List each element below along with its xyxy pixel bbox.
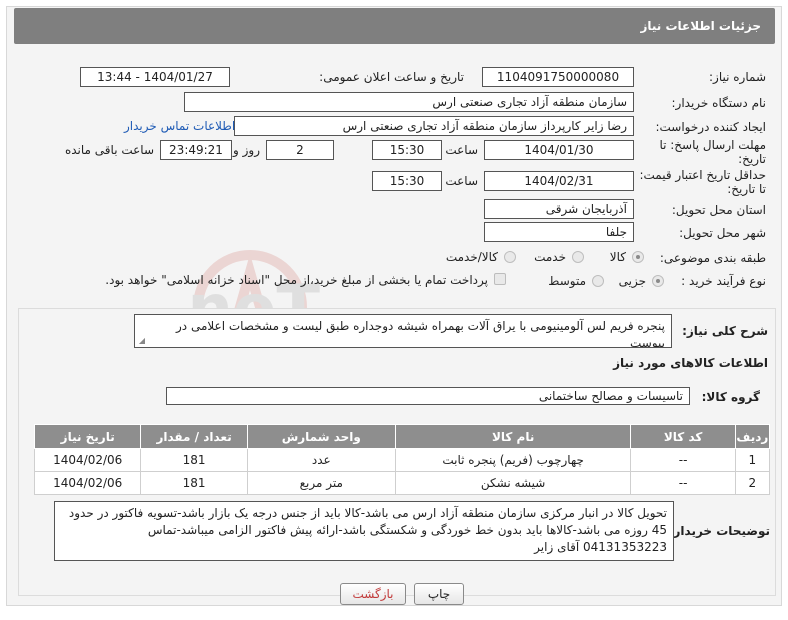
col-date-header: تاریخ نیاز <box>33 424 142 449</box>
reply-deadline-label-2: تاریخ: <box>738 152 766 166</box>
category-radio-goods[interactable] <box>632 251 644 263</box>
reply-date-field[interactable]: 1404/01/30 <box>484 140 634 160</box>
category-radio-service[interactable] <box>572 251 584 263</box>
row-qty: 181 <box>140 448 248 472</box>
remaining-time-field[interactable]: 23:49:21 <box>160 140 232 160</box>
buyer-contact-link[interactable]: اطلاعات تماس خریدار <box>124 119 235 133</box>
table-row[interactable]: 2 -- شیشه نشکن متر مربع 181 1404/02/06 <box>33 471 771 495</box>
buyer-notes-text: تحویل کالا در انبار مرکزی سازمان منطقه آ… <box>68 506 667 554</box>
payment-note: پرداخت تمام یا بخشی از مبلغ خرید،از محل … <box>105 273 488 287</box>
category-option-goods-service: کالا/خدمت <box>445 250 498 264</box>
validity-time-field[interactable]: 15:30 <box>372 171 442 191</box>
row-date: 1404/02/06 <box>33 471 142 495</box>
col-name-header: نام کالا <box>394 424 632 449</box>
row-qty: 181 <box>140 471 248 495</box>
reply-time-label: ساعت <box>445 143 478 157</box>
table-header-row: ردیف کد کالا نام کالا واحد شمارش تعداد /… <box>33 424 771 449</box>
panel-header: جزئیات اطلاعات نیاز <box>14 8 775 44</box>
buyer-org-field[interactable]: سازمان منطقه آزاد تجاری صنعتی ارس <box>184 92 634 112</box>
row-date: 1404/02/06 <box>33 448 142 472</box>
row-unit: عدد <box>246 448 396 472</box>
goods-table: ردیف کد کالا نام کالا واحد شمارش تعداد /… <box>33 424 771 495</box>
goods-group-label: گروه کالا: <box>701 390 760 404</box>
requester-field[interactable]: رضا زایر کارپرداز سازمان منطقه آزاد تجار… <box>234 116 634 136</box>
row-unit: متر مربع <box>246 471 396 495</box>
col-qty-header: تعداد / مقدار <box>140 424 248 449</box>
need-number-field[interactable]: 1104091750000080 <box>482 67 634 87</box>
goods-group-field[interactable]: تاسیسات و مصالح ساختمانی <box>166 387 690 405</box>
days-label: روز و <box>233 143 260 157</box>
province-field[interactable]: آذربایجان شرقی <box>484 199 634 219</box>
description-text: پنجره فریم لس آلومینیومی با یراق آلات به… <box>176 319 665 348</box>
resize-grip-icon[interactable]: ◢ <box>137 337 145 345</box>
province-label: استان محل تحویل: <box>671 203 766 217</box>
announce-field[interactable]: 1404/01/27 - 13:44 <box>80 67 230 87</box>
days-field[interactable]: 2 <box>266 140 334 160</box>
category-radio-goods-service[interactable] <box>504 251 516 263</box>
buyer-notes-label: توضیحات خریدار: <box>668 524 770 538</box>
city-field[interactable]: جلفا <box>484 222 634 242</box>
remaining-label: ساعت باقی مانده <box>64 143 154 157</box>
row-name: شیشه نشکن <box>394 471 632 495</box>
panel-title: جزئیات اطلاعات نیاز <box>640 19 761 33</box>
buyer-org-label: نام دستگاه خریدار: <box>671 96 767 110</box>
process-radio-medium[interactable] <box>592 275 604 287</box>
row-code: -- <box>630 448 736 472</box>
category-option-service: خدمت <box>534 250 566 264</box>
col-unit-header: واحد شمارش <box>246 424 396 449</box>
print-button[interactable]: چاپ <box>414 583 464 605</box>
description-textarea[interactable]: پنجره فریم لس آلومینیومی با یراق آلات به… <box>134 314 672 348</box>
treasury-payment-checkbox[interactable] <box>494 273 506 285</box>
validity-date-field[interactable]: 1404/02/31 <box>484 171 634 191</box>
reply-deadline-label: مهلت ارسال پاسخ: تا <box>659 138 766 152</box>
validity-time-label: ساعت <box>445 174 478 188</box>
validity-label-2: تا تاریخ: <box>727 182 766 196</box>
requester-label: ایجاد کننده درخواست: <box>655 120 766 134</box>
process-radio-minor[interactable] <box>652 275 664 287</box>
table-row[interactable]: 1 -- چهارچوب (فریم) پنجره ثابت عدد 181 1… <box>33 448 771 472</box>
row-code: -- <box>630 471 736 495</box>
announce-label: تاریخ و ساعت اعلان عمومی: <box>319 70 464 84</box>
reply-time-field[interactable]: 15:30 <box>372 140 442 160</box>
buyer-notes-textarea[interactable]: تحویل کالا در انبار مرکزی سازمان منطقه آ… <box>54 501 674 561</box>
row-name: چهارچوب (فریم) پنجره ثابت <box>394 448 632 472</box>
category-option-goods: کالا <box>609 250 626 264</box>
back-button[interactable]: بازگشت <box>340 583 406 605</box>
description-label: شرح کلی نیاز: <box>682 324 768 338</box>
validity-label: حداقل تاریخ اعتبار قیمت: <box>639 168 766 182</box>
category-label: طبقه بندی موضوعی: <box>659 251 766 265</box>
row-index: 1 <box>734 448 771 472</box>
need-number-label: شماره نیاز: <box>709 70 766 84</box>
process-option-medium: متوسط <box>548 274 586 288</box>
goods-section-title: اطلاعات کالاهای مورد نیاز <box>613 356 768 370</box>
process-label: نوع فرآیند خرید : <box>681 274 766 288</box>
city-label: شهر محل تحویل: <box>679 226 766 240</box>
process-option-minor: جزیی <box>618 274 646 288</box>
col-code-header: کد کالا <box>630 424 736 449</box>
col-index-header: ردیف <box>734 424 771 449</box>
row-index: 2 <box>734 471 771 495</box>
